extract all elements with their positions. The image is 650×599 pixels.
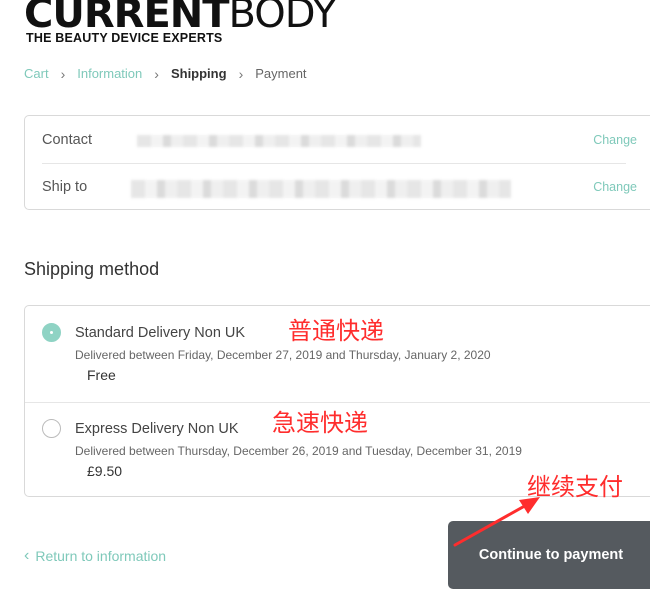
ship-to-label: Ship to — [42, 179, 88, 195]
annotation-express: 急速快递 — [272, 409, 368, 437]
logo-light-text: BODY — [228, 0, 337, 37]
continue-to-payment-button[interactable]: Continue to payment — [448, 521, 650, 589]
breadcrumb-shipping: Shipping — [170, 66, 227, 81]
shipping-method-title: Shipping method — [24, 259, 160, 279]
shipping-option-name: Express Delivery Non UK — [75, 421, 239, 437]
contact-label: Contact — [42, 132, 92, 148]
review-block: Contact Change Ship to Change — [24, 115, 650, 210]
radio-selected-icon[interactable] — [42, 323, 61, 342]
chevron-right-icon: › — [60, 65, 66, 82]
shipping-option-name: Standard Delivery Non UK — [75, 325, 246, 341]
ship-to-change-link[interactable]: Change — [593, 180, 637, 194]
arrow-icon — [453, 497, 540, 547]
shipping-option-description: Delivered between Thursday, December 26,… — [75, 444, 522, 458]
contact-row: Contact Change — [25, 116, 650, 163]
shipping-options: Standard Delivery Non UK Delivered betwe… — [24, 305, 650, 497]
annotation-standard: 普通快递 — [288, 317, 384, 345]
chevron-right-icon: › — [238, 65, 244, 82]
shipping-option-price: Free — [87, 367, 116, 383]
shipping-option-description: Delivered between Friday, December 27, 2… — [75, 348, 491, 362]
breadcrumb-cart[interactable]: Cart — [24, 66, 49, 81]
return-label: Return to information — [35, 548, 167, 564]
brand-tagline: THE BEAUTY DEVICE EXPERTS — [26, 31, 223, 45]
annotation-continue: 继续支付 — [527, 473, 623, 501]
radio-unselected-icon[interactable] — [42, 419, 61, 438]
breadcrumb: Cart › Information › Shipping › Payment — [24, 66, 307, 81]
chevron-right-icon: › — [154, 65, 159, 82]
shipping-option-standard[interactable]: Standard Delivery Non UK Delivered betwe… — [25, 306, 650, 402]
ship-to-value-redacted — [131, 180, 511, 198]
breadcrumb-payment: Payment — [255, 66, 307, 81]
contact-value-redacted — [137, 135, 421, 147]
ship-to-row: Ship to Change — [25, 163, 650, 210]
chevron-left-icon: ‹ — [24, 547, 30, 564]
shipping-option-price: £9.50 — [87, 463, 123, 479]
return-to-information-link[interactable]: ‹ Return to information — [24, 547, 167, 565]
contact-change-link[interactable]: Change — [593, 133, 637, 147]
breadcrumb-information[interactable]: Information — [77, 66, 142, 81]
